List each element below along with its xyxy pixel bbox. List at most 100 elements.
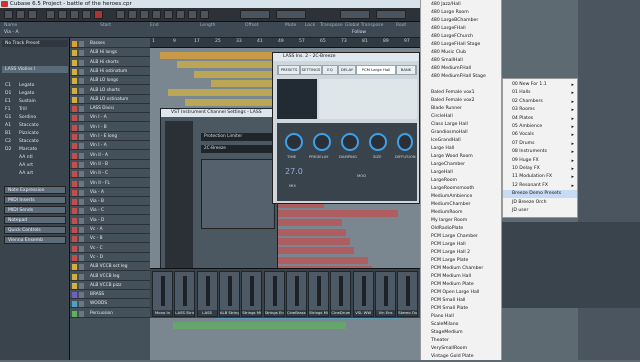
track-row[interactable]: Via - B: [70, 198, 150, 207]
channel-fader[interactable]: [384, 276, 388, 306]
glue-tool[interactable]: [152, 10, 161, 19]
activate-project-button[interactable]: [4, 10, 13, 19]
draw-tool[interactable]: [200, 10, 209, 19]
instrument-name[interactable]: LASS Violins I: [2, 66, 68, 73]
mute-button[interactable]: [79, 208, 84, 215]
track-row[interactable]: Percussion: [70, 310, 150, 318]
erase-tool[interactable]: [164, 10, 173, 19]
forward-button[interactable]: [58, 10, 67, 19]
expression-map-item[interactable]: C1 Legato: [2, 82, 68, 89]
mute-button[interactable]: [79, 78, 84, 85]
tab-settings[interactable]: SETTINGS: [301, 66, 321, 74]
mute-button[interactable]: [79, 68, 84, 75]
channel-fader[interactable]: [294, 276, 299, 306]
channel-fader[interactable]: [406, 276, 411, 306]
preset-menu-item[interactable]: Vintage Gold Plate: [421, 353, 501, 362]
track-row[interactable]: Via - D: [70, 217, 150, 225]
mixer-channel[interactable]: LASS: [196, 271, 218, 317]
track-row[interactable]: ALB VCCB pizz: [70, 282, 150, 290]
timeline-ruler[interactable]: 1 9 17 25 33 41 49 57 65 73 81 89 97: [150, 38, 420, 48]
tab-delay[interactable]: DELAY: [339, 66, 355, 74]
track-row[interactable]: Vc - B: [70, 235, 150, 244]
preset-category-item[interactable]: 00 New For 1.1 ▸: [503, 81, 577, 89]
record-button[interactable]: [94, 10, 103, 19]
expression-map-item[interactable]: AA ntl: [2, 154, 68, 161]
track-preset-field[interactable]: No Track Preset: [2, 40, 68, 47]
expression-map-item[interactable]: A1 Staccato: [2, 122, 68, 129]
expression-map-item[interactable]: AA art: [2, 170, 68, 177]
mute-button[interactable]: [79, 189, 84, 196]
mute-button[interactable]: [79, 152, 84, 159]
mute-button[interactable]: [79, 217, 84, 224]
midi-part[interactable]: [173, 321, 346, 329]
mute-button[interactable]: [79, 87, 84, 94]
track-row[interactable]: Via - A: [70, 189, 150, 197]
preset-category-item[interactable]: 01 Halls ▸: [503, 89, 577, 97]
track-row[interactable]: Basses: [70, 40, 150, 48]
mute-button[interactable]: [79, 171, 84, 178]
track-row[interactable]: Vln I - E long: [70, 133, 150, 141]
inspector-section-button[interactable]: Vienna Ensemb: [4, 236, 66, 244]
damping-knob[interactable]: [341, 133, 359, 151]
expression-map-item[interactable]: AA vrt: [2, 162, 68, 169]
track-row[interactable]: Vc - A: [70, 226, 150, 234]
mute-button[interactable]: [79, 273, 84, 280]
size-knob[interactable]: [369, 133, 387, 151]
channel-fader[interactable]: [361, 276, 366, 306]
mute-button[interactable]: [79, 161, 84, 168]
mixer-channel[interactable]: Vln Ens: [375, 271, 396, 317]
channel-fader[interactable]: [250, 276, 255, 306]
channel-fader[interactable]: [272, 276, 277, 306]
mute-button[interactable]: [79, 245, 84, 252]
mute-button[interactable]: [79, 282, 84, 289]
constrain-delay-button[interactable]: [16, 10, 25, 19]
channel-fader[interactable]: [317, 276, 322, 306]
mute-button[interactable]: [79, 292, 84, 299]
mixer-channel[interactable]: Stereo Out: [397, 271, 419, 317]
track-row[interactable]: Vc - C: [70, 245, 150, 253]
mute-button[interactable]: [79, 199, 84, 206]
preset-category-item[interactable]: 03 Rooms ▸: [503, 106, 577, 114]
object-selection-tool[interactable]: [116, 10, 125, 19]
preset-category-item[interactable]: JD Breeze Orch: [503, 199, 577, 207]
track-row[interactable]: ALB VCCB leg: [70, 273, 150, 281]
preset-category-item[interactable]: 12 Resonant FX ▸: [503, 182, 577, 190]
mute-button[interactable]: [79, 180, 84, 187]
mixer-channel[interactable]: Strings Mix: [241, 271, 263, 317]
mute-button[interactable]: [79, 50, 84, 57]
quantize-select[interactable]: [340, 10, 370, 19]
tab-presets[interactable]: PRESETS: [279, 66, 299, 74]
track-row[interactable]: Vln II - A: [70, 152, 150, 160]
insert-slot[interactable]: Protection Limiter: [201, 133, 275, 141]
inspector-section-button[interactable]: MIDI Sends: [4, 206, 66, 214]
expression-map-item[interactable]: C2 Staccato: [2, 138, 68, 145]
tab-bank[interactable]: BANK: [397, 66, 415, 74]
color-select[interactable]: [376, 10, 406, 19]
expression-map-item[interactable]: D1 Legato: [2, 90, 68, 97]
track-row[interactable]: ALB Hi shorts: [70, 59, 150, 67]
mute-button[interactable]: [79, 236, 84, 243]
rewind-button[interactable]: [46, 10, 55, 19]
mute-button[interactable]: [79, 96, 84, 103]
mute-button[interactable]: [79, 124, 84, 131]
mute-button[interactable]: [79, 59, 84, 66]
mixer-channel[interactable]: LASS Strings: [174, 271, 196, 317]
track-row[interactable]: ALB LO shorts: [70, 87, 150, 95]
inspector-section-button[interactable]: Notepad: [4, 216, 66, 224]
track-row[interactable]: Vc - D: [70, 254, 150, 262]
info-value-name[interactable]: Via - A: [4, 30, 19, 35]
preset-category-item[interactable]: 07 Drums ▸: [503, 140, 577, 148]
track-row[interactable]: Via - C: [70, 207, 150, 216]
play-button[interactable]: [82, 10, 91, 19]
preset-category-item[interactable]: 10 Delay FX ▸: [503, 165, 577, 173]
mute-button[interactable]: [79, 143, 84, 150]
expression-map-item[interactable]: E1 Sustain: [2, 98, 68, 105]
channel-fader[interactable]: [339, 276, 344, 306]
track-row[interactable]: LASS Divisi: [70, 105, 150, 114]
touch-mode-button[interactable]: [28, 10, 37, 19]
grid-type-select[interactable]: [276, 10, 306, 19]
mute-button[interactable]: [79, 254, 84, 261]
preset-category-item[interactable]: 09 Huge FX ▸: [503, 157, 577, 165]
expression-map-item[interactable]: F1 Trill: [2, 106, 68, 113]
info-value-global-transpose[interactable]: Follow: [352, 30, 366, 35]
